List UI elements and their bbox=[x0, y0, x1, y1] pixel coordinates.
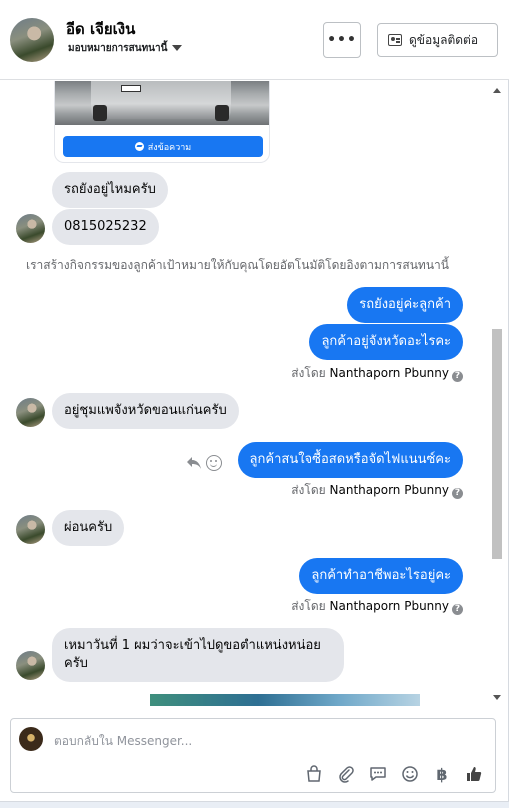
view-contact-button[interactable]: ดูข้อมูลติดต่อ bbox=[377, 23, 498, 57]
messenger-icon bbox=[134, 142, 144, 151]
sent-by-name: Nanthaporn Pbunny bbox=[329, 366, 449, 380]
thumbs-up-icon[interactable] bbox=[463, 764, 485, 784]
reply-input[interactable] bbox=[54, 732, 454, 750]
send-message-label: ส่งข้อความ bbox=[147, 142, 192, 153]
ad-preview-image bbox=[55, 81, 269, 125]
page-avatar bbox=[19, 727, 43, 751]
message-line: ครับ bbox=[64, 656, 88, 671]
message-bubble-incoming[interactable]: ผ่อนครับ bbox=[52, 510, 125, 546]
sent-by-name: Nanthaporn Pbunny bbox=[329, 599, 449, 613]
react-emoji-icon[interactable] bbox=[206, 455, 222, 471]
scroll-up-arrow-icon[interactable] bbox=[493, 88, 501, 93]
scroll-down-arrow-icon[interactable] bbox=[493, 695, 501, 700]
contact-avatar-small bbox=[16, 398, 45, 427]
paperclip-icon[interactable] bbox=[335, 764, 357, 784]
sent-by-label: ส่งโดย Nanthaporn Pbunny? bbox=[291, 597, 463, 616]
message-line: เหมาวันที่ 1 ผมว่าจะเข้าไปดูขอตำแหน่งหน่… bbox=[64, 638, 321, 653]
contact-avatar[interactable] bbox=[10, 18, 54, 62]
assign-conversation-dropdown[interactable]: มอบหมายการสนทนานี้ bbox=[68, 41, 183, 56]
message-bubble-incoming[interactable]: อยู่ชุมแพจังหวัดขอนแก่นครับ bbox=[52, 393, 239, 429]
view-contact-label: ดูข้อมูลติดต่อ bbox=[409, 32, 479, 47]
contact-card-icon bbox=[388, 34, 402, 46]
scrollbar[interactable] bbox=[491, 81, 503, 706]
info-icon[interactable]: ? bbox=[452, 371, 463, 382]
sent-by-prefix: ส่งโดย bbox=[291, 483, 326, 497]
message-bubble-incoming[interactable]: เหมาวันที่ 1 ผมว่าจะเข้าไปดูขอตำแหน่งหน่… bbox=[52, 628, 344, 682]
sent-by-name: Nanthaporn Pbunny bbox=[329, 483, 449, 497]
message-thread[interactable]: ส่งข้อความ รถยังอยู่ไหมครับ 0815025232 เ… bbox=[0, 81, 509, 706]
system-notice: เราสร้างกิจกรรมของลูกค้าเป้าหมายให้กับคุ… bbox=[26, 258, 449, 272]
assign-conversation-label: มอบหมายการสนทนานี้ bbox=[68, 43, 168, 54]
license-plate bbox=[121, 85, 141, 92]
contact-name[interactable]: อีด เจียเงิน bbox=[66, 17, 135, 41]
tire-right bbox=[215, 105, 229, 121]
message-bubble-incoming[interactable]: รถยังอยู่ไหมครับ bbox=[52, 172, 168, 208]
message-bubble-outgoing[interactable]: ลูกค้าสนใจซื้อสดหรือจัดไฟแนนซ์คะ bbox=[237, 442, 463, 478]
sent-by-label: ส่งโดย Nanthaporn Pbunny? bbox=[291, 364, 463, 383]
payment-baht-icon[interactable]: ฿ bbox=[431, 764, 453, 784]
message-composer: ฿ bbox=[10, 718, 496, 793]
message-bubble-outgoing[interactable]: รถยังอยู่ค่ะลูกค้า bbox=[347, 287, 463, 323]
scrollbar-thumb[interactable] bbox=[492, 329, 502, 559]
shopping-bag-icon[interactable] bbox=[303, 764, 325, 784]
messenger-window: อีด เจียเงิน มอบหมายการสนทนานี้ ••• ดูข้… bbox=[0, 0, 509, 802]
caret-down-icon bbox=[172, 45, 183, 51]
info-icon[interactable]: ? bbox=[452, 488, 463, 499]
sent-by-prefix: ส่งโดย bbox=[291, 599, 326, 613]
sent-by-prefix: ส่งโดย bbox=[291, 366, 326, 380]
message-bubble-incoming[interactable]: 0815025232 bbox=[52, 209, 159, 245]
message-bubble-outgoing[interactable]: ลูกค้าทำอาชีพอะไรอยู่คะ bbox=[299, 558, 463, 594]
saved-replies-icon[interactable] bbox=[367, 764, 389, 784]
shared-image-preview[interactable] bbox=[150, 694, 420, 706]
reply-icon[interactable] bbox=[186, 456, 202, 470]
send-message-button[interactable]: ส่งข้อความ bbox=[63, 136, 263, 157]
sent-by-label: ส่งโดย Nanthaporn Pbunny? bbox=[291, 481, 463, 500]
composer-toolbar: ฿ bbox=[293, 764, 485, 784]
contact-avatar-small bbox=[16, 214, 45, 243]
message-bubble-outgoing[interactable]: ลูกค้าอยู่จังหวัดอะไรคะ bbox=[309, 324, 463, 360]
conversation-header: อีด เจียเงิน มอบหมายการสนทนานี้ ••• ดูข้… bbox=[0, 0, 509, 80]
info-icon[interactable]: ? bbox=[452, 604, 463, 615]
more-options-button[interactable]: ••• bbox=[323, 22, 361, 58]
contact-avatar-small bbox=[16, 651, 45, 680]
ad-preview-card[interactable]: ส่งข้อความ bbox=[54, 81, 270, 163]
emoji-icon[interactable] bbox=[399, 764, 421, 784]
van-image bbox=[91, 81, 231, 119]
tire-left bbox=[93, 105, 107, 121]
contact-avatar-small bbox=[16, 515, 45, 544]
